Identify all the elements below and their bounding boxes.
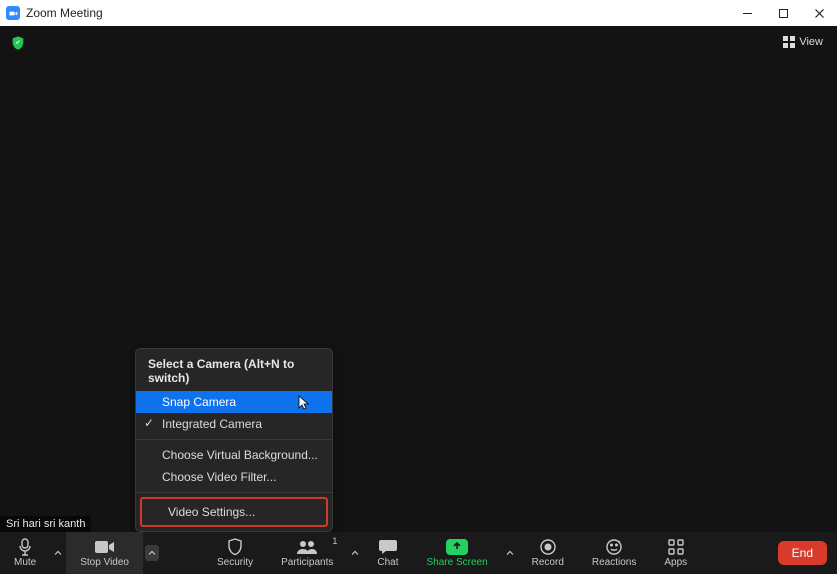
video-settings-highlight-box: Video Settings...	[140, 497, 328, 527]
view-button[interactable]: View	[777, 34, 829, 50]
video-options-caret[interactable]	[145, 545, 159, 561]
camera-menu-header: Select a Camera (Alt+N to switch)	[136, 349, 332, 391]
participants-options-caret[interactable]	[347, 532, 363, 574]
apps-label: Apps	[664, 557, 687, 568]
participants-group: Participants 1	[267, 532, 363, 574]
chat-button[interactable]: Chat	[363, 532, 412, 574]
view-label: View	[799, 36, 823, 48]
menu-item-label: Choose Video Filter...	[162, 470, 277, 484]
camera-option-label: Integrated Camera	[162, 417, 262, 431]
security-button[interactable]: Security	[203, 532, 267, 574]
participants-icon	[296, 538, 318, 556]
titlebar: Zoom Meeting	[0, 0, 837, 26]
end-label: End	[792, 546, 813, 560]
mute-label: Mute	[14, 557, 36, 568]
camera-option-snap[interactable]: Snap Camera	[136, 391, 332, 413]
share-screen-button[interactable]: Share Screen	[412, 532, 501, 574]
shield-icon	[227, 538, 243, 556]
mute-button[interactable]: Mute	[0, 532, 50, 574]
apps-button[interactable]: Apps	[650, 532, 701, 574]
camera-option-integrated[interactable]: ✓ Integrated Camera	[136, 413, 332, 435]
participant-name-tag: Sri hari sri kanth	[0, 516, 91, 532]
video-settings[interactable]: Video Settings...	[142, 499, 326, 525]
stop-video-label: Stop Video	[80, 557, 129, 568]
participants-button[interactable]: Participants 1	[267, 532, 347, 574]
chat-label: Chat	[377, 557, 398, 568]
camera-menu: Select a Camera (Alt+N to switch) Snap C…	[135, 348, 333, 532]
security-label: Security	[217, 557, 253, 568]
video-group: Stop Video	[66, 532, 163, 574]
minimize-button[interactable]	[729, 0, 765, 26]
grid-icon	[783, 36, 795, 48]
camera-option-label: Snap Camera	[162, 395, 236, 409]
choose-video-filter[interactable]: Choose Video Filter...	[136, 466, 332, 488]
close-button[interactable]	[801, 0, 837, 26]
end-meeting-button[interactable]: End	[778, 541, 827, 565]
check-icon: ✓	[144, 416, 154, 430]
menu-separator	[136, 492, 332, 493]
reactions-label: Reactions	[592, 557, 636, 568]
encryption-shield-icon[interactable]	[10, 35, 26, 51]
share-screen-icon	[446, 538, 468, 556]
menu-item-label: Video Settings...	[168, 505, 255, 519]
window-title: Zoom Meeting	[26, 6, 103, 20]
video-stage: View Sri hari sri kanth Select a Camera …	[0, 26, 837, 532]
apps-icon	[668, 538, 684, 556]
record-icon	[540, 538, 556, 556]
cursor-icon	[298, 395, 310, 411]
chat-icon	[379, 538, 397, 556]
share-screen-label: Share Screen	[426, 557, 487, 568]
share-options-caret[interactable]	[502, 532, 518, 574]
zoom-app-icon	[6, 6, 20, 20]
maximize-button[interactable]	[765, 0, 801, 26]
audio-options-caret[interactable]	[50, 532, 66, 574]
record-button[interactable]: Record	[518, 532, 578, 574]
audio-group: Mute	[0, 532, 66, 574]
window-controls	[729, 0, 837, 26]
participants-count: 1	[332, 536, 337, 546]
menu-separator	[136, 439, 332, 440]
participants-label: Participants	[281, 557, 333, 568]
choose-virtual-background[interactable]: Choose Virtual Background...	[136, 444, 332, 466]
video-camera-icon	[95, 538, 115, 556]
record-label: Record	[532, 557, 564, 568]
reactions-button[interactable]: Reactions	[578, 532, 650, 574]
stop-video-button[interactable]: Stop Video	[66, 532, 143, 574]
menu-item-label: Choose Virtual Background...	[162, 448, 318, 462]
meeting-toolbar: Mute Stop Video Security Participants	[0, 532, 837, 574]
microphone-icon	[17, 538, 33, 556]
share-group: Share Screen	[412, 532, 517, 574]
reactions-icon	[606, 538, 622, 556]
